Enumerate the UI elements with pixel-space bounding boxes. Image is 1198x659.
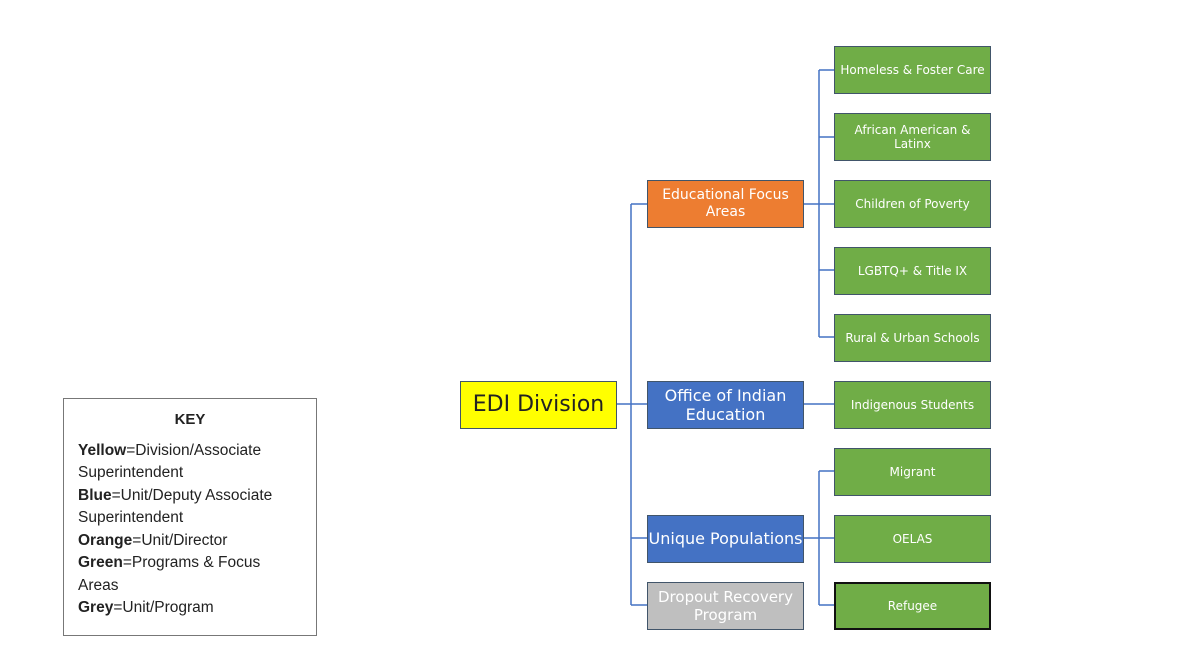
node-african-american-latinx: African American & Latinx bbox=[834, 113, 991, 161]
node-oelas: OELAS bbox=[834, 515, 991, 563]
key-entry-blue: Blue=Unit/Deputy Associate Superintenden… bbox=[78, 486, 273, 527]
node-unique-populations: Unique Populations bbox=[647, 515, 804, 563]
node-edi-division: EDI Division bbox=[460, 381, 617, 429]
node-migrant: Migrant bbox=[834, 448, 991, 496]
key-entry-green: Green=Programs & Focus Areas bbox=[78, 554, 261, 594]
key-entry-yellow: Yellow=Division/Associate Superintendent bbox=[78, 441, 262, 482]
node-rural-urban-schools: Rural & Urban Schools bbox=[834, 314, 991, 362]
key-entry-grey: Grey=Unit/Program bbox=[78, 599, 214, 616]
node-office-of-indian-education: Office of Indian Education bbox=[647, 381, 804, 429]
node-lgbtq-title-ix: LGBTQ+ & Title IX bbox=[834, 247, 991, 295]
node-educational-focus-areas: Educational Focus Areas bbox=[647, 180, 804, 228]
legend-key: KEY Yellow=Division/Associate Superinten… bbox=[63, 398, 317, 636]
key-title: KEY bbox=[174, 411, 206, 428]
node-dropout-recovery-program: Dropout Recovery Program bbox=[647, 582, 804, 630]
node-homeless-foster-care: Homeless & Foster Care bbox=[834, 46, 991, 94]
node-indigenous-students: Indigenous Students bbox=[834, 381, 991, 429]
key-entry-orange: Orange=Unit/Director bbox=[78, 531, 228, 549]
node-refugee: Refugee bbox=[834, 582, 991, 630]
org-chart: EDI Division Educational Focus Areas Off… bbox=[0, 0, 1198, 659]
node-children-of-poverty: Children of Poverty bbox=[834, 180, 991, 228]
